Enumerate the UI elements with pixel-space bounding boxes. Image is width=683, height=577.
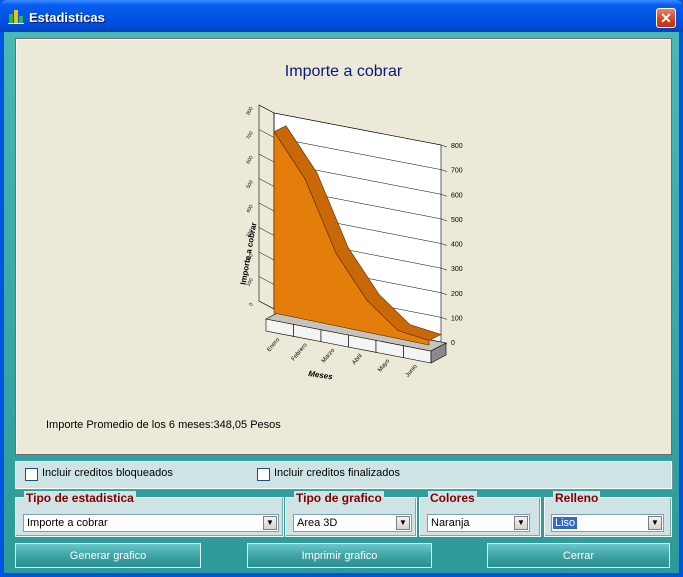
chart-gridline <box>258 178 275 187</box>
average-amount-text: Importe Promedio de los 6 meses:348,05 P… <box>46 419 281 431</box>
chart-title: Importe a cobrar <box>284 63 403 80</box>
colors-value: Naranja <box>431 517 470 529</box>
chevron-down-icon[interactable]: ▼ <box>514 516 528 530</box>
chart-gridline <box>258 202 275 212</box>
stat-type-title: Tipo de estadistica <box>24 491 136 505</box>
colors-select[interactable]: Naranja ▼ <box>427 514 530 532</box>
left-axis-tick-label: 800 <box>245 106 254 116</box>
right-axis-tick-label: 0 <box>451 340 455 347</box>
app-icon <box>8 10 24 24</box>
left-axis-tick-label: 600 <box>245 155 254 165</box>
statistics-window: Estadisticas ✕ 800 700 600 500 400 300 200 100 0… <box>0 0 683 577</box>
right-axis-tick <box>440 267 448 271</box>
right-axis-tick-label: 500 <box>451 217 463 224</box>
colors-group: Colores Naranja ▼ <box>419 491 541 537</box>
chart-type-select[interactable]: Area 3D ▼ <box>293 514 412 532</box>
right-axis-tick <box>440 144 448 148</box>
right-axis-tick <box>440 218 448 222</box>
stat-type-select[interactable]: Importe a cobrar ▼ <box>23 514 279 532</box>
left-axis-tick-label: 500 <box>245 179 254 189</box>
right-axis-tick <box>440 292 448 295</box>
include-finished-checkbox[interactable] <box>257 468 270 481</box>
right-axis-tick <box>440 169 448 172</box>
colors-title: Colores <box>428 491 477 505</box>
chart-gridline <box>258 153 275 163</box>
stat-type-group: Tipo de estadistica Importe a cobrar ▼ <box>15 491 284 537</box>
chart-gridline <box>258 227 275 236</box>
chart-gridline <box>258 129 275 138</box>
x-axis-tick-label: Marzo <box>321 347 337 364</box>
include-finished-label: Incluir creditos finalizados <box>274 467 400 479</box>
chevron-down-icon[interactable]: ▼ <box>396 516 410 530</box>
y-axis-label: Importe a cobrar <box>239 222 259 286</box>
chart-type-title: Tipo de grafico <box>294 491 384 505</box>
print-chart-button[interactable]: Imprimir grafico <box>247 543 432 568</box>
right-axis-tick-label: 400 <box>451 242 463 249</box>
left-axis-tick-label: 400 <box>245 204 254 214</box>
right-axis-tick-label: 800 <box>451 143 463 150</box>
right-axis-tick-label: 100 <box>451 315 463 322</box>
right-axis-tick-label: 200 <box>451 291 463 298</box>
right-axis-tick-label: 600 <box>451 192 463 199</box>
chart-gridline <box>258 276 275 285</box>
chevron-down-icon[interactable]: ▼ <box>648 516 662 530</box>
x-axis-tick-label: Enero <box>266 337 281 354</box>
close-icon[interactable]: ✕ <box>656 8 676 28</box>
fill-value: Liso <box>553 517 578 529</box>
chart-type-value: Area 3D <box>297 517 338 529</box>
x-axis-tick-label: Febrero <box>291 342 310 362</box>
right-axis-tick <box>440 243 448 246</box>
title-bar[interactable]: Estadisticas ✕ <box>0 0 683 32</box>
x-axis-tick-label: Mayo <box>377 358 391 374</box>
close-button[interactable]: Cerrar <box>487 543 670 568</box>
generate-chart-button[interactable]: Generar grafico <box>15 543 201 568</box>
x-axis-tick-label: Junio <box>405 363 419 378</box>
chevron-down-icon[interactable]: ▼ <box>263 516 277 530</box>
include-blocked-label: Incluir creditos bloqueados <box>42 467 173 479</box>
x-axis-tick-label: Abril <box>351 353 363 366</box>
right-axis-tick <box>440 317 448 320</box>
chart-panel: 800 700 600 500 400 300 200 100 0 800 700 600 500 400… <box>15 38 672 455</box>
chart-type-group: Tipo de grafico Area 3D ▼ <box>285 491 417 537</box>
right-axis-tick <box>440 194 448 197</box>
right-axis-tick-label: 300 <box>451 266 463 273</box>
left-axis-tick-label: 700 <box>245 130 254 140</box>
fill-group: Relleno Liso ▼ <box>544 491 672 537</box>
stat-type-value: Importe a cobrar <box>27 517 108 529</box>
window-title: Estadisticas <box>29 10 105 25</box>
include-blocked-checkbox[interactable] <box>25 468 38 481</box>
left-axis-tick-label: 0 <box>248 302 255 308</box>
client-area: 800 700 600 500 400 300 200 100 0 800 700 600 500 400… <box>4 32 679 573</box>
fill-title: Relleno <box>553 491 601 505</box>
x-axis-label: Meses <box>308 369 334 381</box>
chart-gridline <box>258 251 275 261</box>
options-panel: Incluir creditos bloqueados Incluir cred… <box>15 461 672 489</box>
area-3d-chart: 800 700 600 500 400 300 200 100 0 800 700 600 500 400… <box>239 104 463 381</box>
right-axis-tick-label: 700 <box>451 168 463 175</box>
fill-select[interactable]: Liso ▼ <box>551 514 664 532</box>
